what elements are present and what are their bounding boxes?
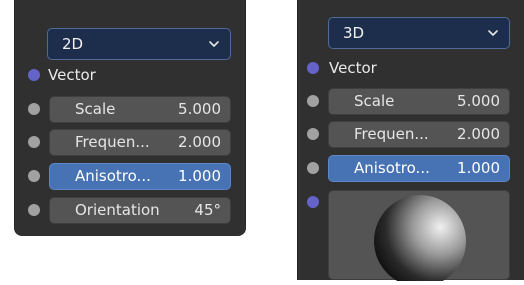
field-value: 2.000 — [457, 125, 500, 143]
chevron-down-icon — [488, 30, 498, 36]
field-value: 1.000 — [457, 159, 500, 177]
field-label: Frequen... — [75, 133, 150, 151]
frequency-field[interactable]: Frequen... 2.000 — [328, 121, 510, 148]
dimensions-value: 2D — [62, 35, 84, 53]
scale-socket[interactable] — [307, 95, 319, 107]
vector-input-label: Vector — [48, 66, 96, 84]
dimensions-value: 3D — [343, 24, 365, 42]
vector-socket[interactable] — [28, 69, 40, 81]
frequency-socket[interactable] — [28, 136, 40, 148]
scale-field[interactable]: Scale 5.000 — [49, 96, 231, 123]
scale-field[interactable]: Scale 5.000 — [328, 88, 510, 115]
vector-input-label: Vector — [329, 59, 377, 77]
preview-sphere — [374, 195, 466, 285]
anisotropy-socket[interactable] — [307, 162, 319, 174]
material-preview — [328, 190, 510, 285]
dimensions-dropdown[interactable]: 2D — [47, 28, 231, 60]
chevron-down-icon — [209, 41, 219, 47]
field-label: Orientation — [75, 201, 160, 219]
field-value: 5.000 — [457, 92, 500, 110]
node-panel-3d: 3D Vector Scale 5.000 Frequen... 2.000 A… — [297, 0, 524, 285]
orientation-socket[interactable] — [28, 204, 40, 216]
field-value: 45° — [194, 201, 221, 219]
anisotropy-field[interactable]: Anisotro... 1.000 — [328, 155, 510, 182]
field-label: Anisotro... — [75, 167, 151, 185]
scale-socket[interactable] — [28, 103, 40, 115]
field-label: Scale — [75, 100, 116, 118]
dimensions-dropdown[interactable]: 3D — [328, 17, 510, 49]
field-label: Frequen... — [354, 125, 429, 143]
node-panel-2d: 2D Vector Scale 5.000 Frequen... 2.000 A… — [14, 0, 246, 236]
field-value: 2.000 — [178, 133, 221, 151]
anisotropy-field[interactable]: Anisotro... 1.000 — [49, 163, 231, 190]
frequency-field[interactable]: Frequen... 2.000 — [49, 129, 231, 156]
orientation-field[interactable]: Orientation 45° — [49, 197, 231, 224]
field-label: Scale — [354, 92, 395, 110]
field-label: Anisotro... — [354, 159, 430, 177]
frequency-socket[interactable] — [307, 128, 319, 140]
anisotropy-socket[interactable] — [28, 170, 40, 182]
field-value: 1.000 — [178, 167, 221, 185]
vector-socket[interactable] — [307, 62, 319, 74]
field-value: 5.000 — [178, 100, 221, 118]
output-socket[interactable] — [307, 196, 319, 208]
